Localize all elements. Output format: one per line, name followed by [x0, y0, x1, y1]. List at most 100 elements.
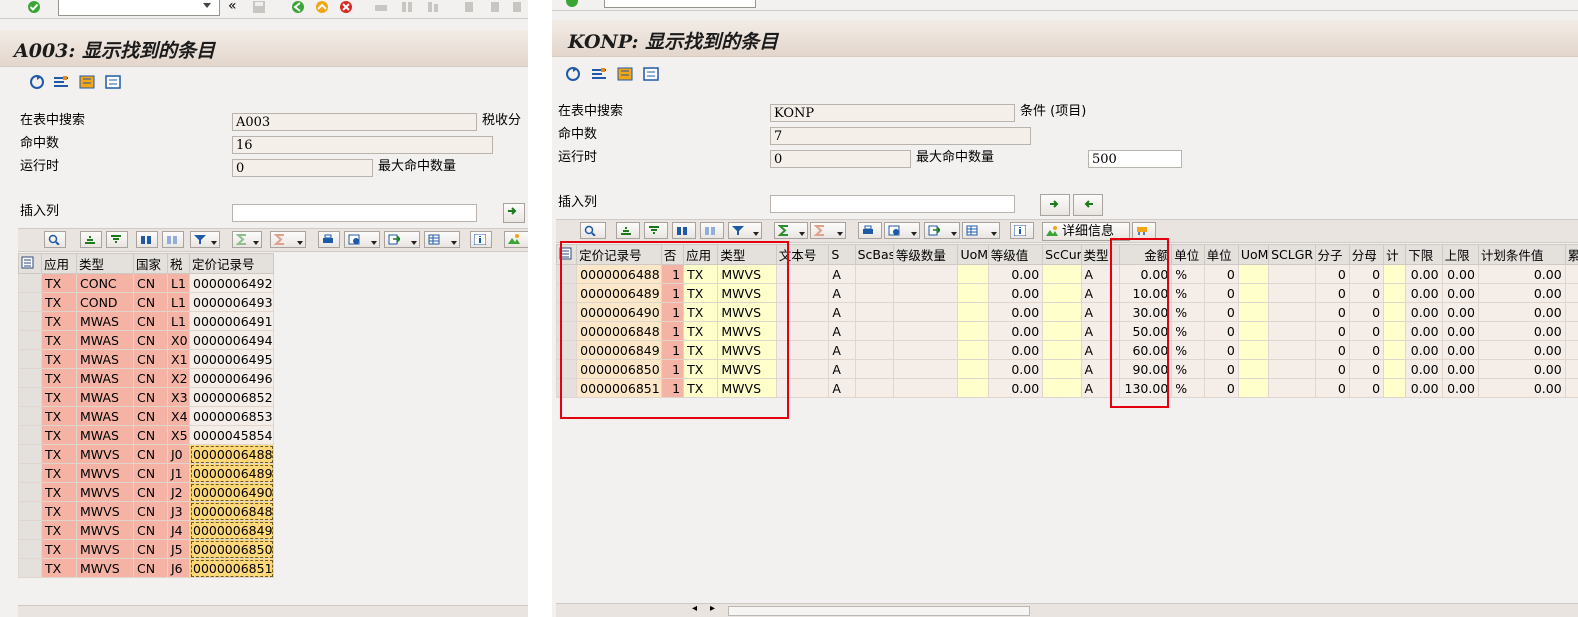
row-selector[interactable]	[18, 558, 42, 578]
history-back-icon[interactable]: «	[228, 0, 237, 14]
column-header[interactable]: 国家	[133, 253, 168, 274]
table-row[interactable]: TX MWVS CN J6 0000006851	[18, 558, 274, 578]
find-next-button[interactable]	[700, 222, 724, 239]
sort-asc-button[interactable]	[80, 231, 102, 248]
row-selector[interactable]	[18, 482, 42, 502]
total-button[interactable]	[232, 231, 262, 248]
row-selector[interactable]	[18, 311, 42, 331]
pricing-record-cell[interactable]: 0000006496	[189, 368, 274, 388]
column-header[interactable]: 等级数量	[892, 244, 959, 265]
column-header[interactable]: 分子	[1314, 244, 1350, 265]
graphic-button[interactable]	[504, 231, 528, 248]
views-button[interactable]	[344, 231, 380, 248]
row-selector[interactable]	[18, 463, 42, 483]
find-button[interactable]	[136, 231, 158, 248]
filter-button[interactable]	[728, 222, 762, 239]
table-row[interactable]: TX COND CN L1 0000006493	[18, 292, 274, 312]
insert-column-button[interactable]	[503, 203, 525, 223]
column-header[interactable]: S	[828, 244, 856, 265]
info-button[interactable]	[470, 231, 492, 248]
command-field[interactable]	[58, 0, 220, 16]
column-header[interactable]: 分母	[1348, 244, 1385, 265]
print-icon[interactable]	[374, 1, 388, 13]
export-icon[interactable]	[104, 74, 122, 90]
pricing-record-cell[interactable]: 0000006849	[189, 520, 274, 540]
pricing-record-cell[interactable]: 0000006850	[189, 539, 274, 559]
max-hits-input[interactable]: 500	[1088, 150, 1182, 168]
row-selector[interactable]	[18, 387, 42, 407]
refresh-icon[interactable]	[28, 74, 46, 90]
pricing-record-cell[interactable]: 0000006851	[189, 558, 274, 578]
column-header[interactable]: 计	[1383, 244, 1407, 265]
export-button[interactable]	[924, 222, 960, 239]
column-header[interactable]: 类型	[76, 253, 134, 274]
table-row[interactable]: TX MWAS CN X5 0000045854	[18, 425, 274, 445]
table-row[interactable]: TX MWAS CN X4 0000006853	[18, 406, 274, 426]
column-header[interactable]: 定价记录号	[189, 253, 274, 274]
row-selector[interactable]	[18, 349, 42, 369]
export-button[interactable]	[384, 231, 420, 248]
pricing-record-cell[interactable]: 0000006848	[189, 501, 274, 521]
table-row[interactable]: TX MWAS CN X1 0000006495	[18, 349, 274, 369]
sort-desc-button[interactable]	[106, 231, 128, 248]
abc-analysis-button[interactable]	[1132, 222, 1156, 239]
print-preview-button[interactable]	[318, 231, 340, 248]
info-button[interactable]	[1010, 222, 1034, 239]
pricing-record-cell[interactable]: 0000045854	[189, 425, 274, 445]
column-header[interactable]: 计划条件值	[1477, 244, 1566, 265]
layout-button[interactable]	[962, 222, 1000, 239]
pricing-record-cell[interactable]: 0000006491	[189, 311, 274, 331]
prev-page-icon[interactable]	[488, 1, 502, 13]
table-row[interactable]: TX MWVS CN J0 0000006488	[18, 444, 274, 464]
row-selector[interactable]	[18, 520, 42, 540]
column-header[interactable]: 等级值	[987, 244, 1044, 265]
table-row[interactable]: TX MWAS CN X2 0000006496	[18, 368, 274, 388]
select-all-cell[interactable]	[18, 253, 42, 274]
cancel-icon[interactable]	[338, 0, 354, 14]
row-selector[interactable]	[18, 292, 42, 312]
settings-icon[interactable]	[52, 74, 70, 90]
layout-button[interactable]	[424, 231, 460, 248]
column-header[interactable]: ScBas	[854, 244, 894, 265]
column-header[interactable]: 下限	[1405, 244, 1443, 265]
find-icon[interactable]	[400, 1, 414, 13]
sort-desc-button[interactable]	[644, 222, 668, 239]
views-button[interactable]	[884, 222, 920, 239]
subtotal-button[interactable]	[270, 231, 306, 248]
table-row[interactable]: TX MWVS CN J2 0000006490	[18, 482, 274, 502]
first-page-icon[interactable]	[462, 1, 476, 13]
column-header[interactable]: SCLGR	[1268, 244, 1316, 265]
sort-asc-button[interactable]	[616, 222, 640, 239]
command-dropdown-icon[interactable]	[202, 2, 212, 10]
insert-column-input[interactable]	[232, 204, 477, 222]
table-row[interactable]: TX MWVS CN J5 0000006850	[18, 539, 274, 559]
insert-column-input[interactable]	[770, 195, 1015, 213]
column-header[interactable]: UoM	[1237, 244, 1270, 265]
scroll-right-icon[interactable]: ▸	[710, 603, 715, 614]
row-selector[interactable]	[18, 444, 42, 464]
table-row[interactable]: TX CONC CN L1 0000006492	[18, 273, 274, 293]
find-next-icon[interactable]	[426, 1, 440, 13]
row-selector[interactable]	[18, 425, 42, 445]
find-next-button[interactable]	[162, 231, 184, 248]
remove-column-button[interactable]	[1073, 194, 1103, 216]
pricing-record-cell[interactable]: 0000006492	[189, 273, 274, 293]
layout-icon[interactable]	[616, 66, 634, 82]
pricing-record-cell[interactable]: 0000006488	[189, 444, 274, 464]
find-button[interactable]	[672, 222, 696, 239]
pricing-record-cell[interactable]: 0000006494	[189, 330, 274, 350]
exit-icon[interactable]	[314, 0, 330, 14]
filter-button[interactable]	[190, 231, 220, 248]
column-header[interactable]: 应用	[41, 253, 77, 274]
refresh-icon[interactable]	[564, 66, 582, 82]
pricing-record-cell[interactable]: 0000006852	[189, 387, 274, 407]
total-button[interactable]	[774, 222, 808, 239]
pricing-record-cell[interactable]: 0000006489	[189, 463, 274, 483]
insert-column-button[interactable]	[1040, 194, 1070, 216]
column-header[interactable]: ScCur	[1042, 244, 1082, 265]
column-header[interactable]: 税	[167, 253, 190, 274]
details-button[interactable]	[580, 222, 606, 239]
layout-icon[interactable]	[78, 74, 96, 90]
row-selector[interactable]	[18, 539, 42, 559]
details-button[interactable]	[44, 231, 66, 248]
